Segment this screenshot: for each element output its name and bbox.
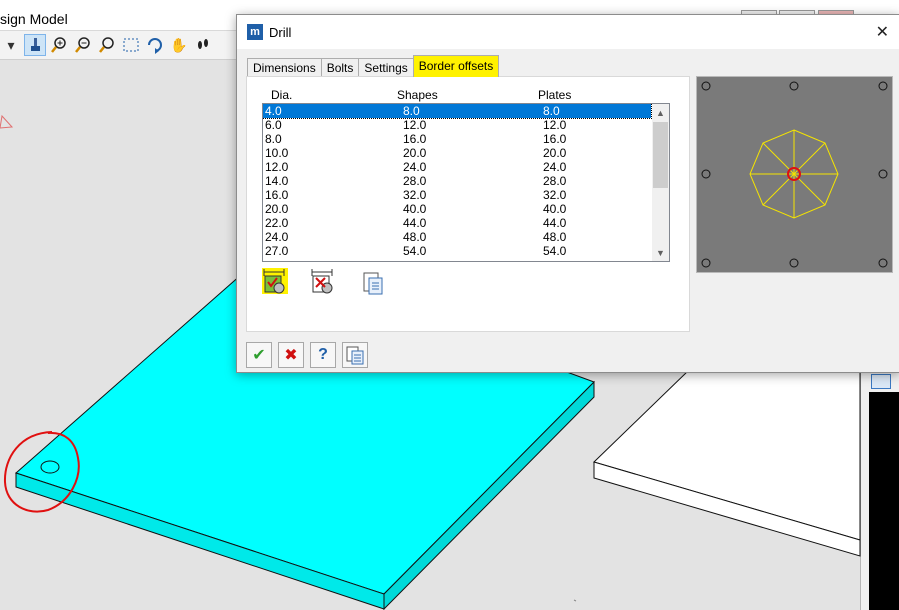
cell-dia: 27.0 bbox=[265, 244, 289, 258]
cell-plates: 8.0 bbox=[543, 104, 560, 118]
axis-marker bbox=[0, 114, 14, 129]
cell-shapes: 20.0 bbox=[403, 146, 427, 160]
cell-plates: 24.0 bbox=[543, 160, 567, 174]
border-offset-remove-icon bbox=[311, 269, 333, 294]
dialog-title: Drill bbox=[269, 25, 292, 40]
cell-shapes: 48.0 bbox=[403, 230, 427, 244]
bolt-hole-marker bbox=[701, 169, 711, 179]
cell-shapes: 12.0 bbox=[403, 118, 427, 132]
ok-button[interactable]: ✔ bbox=[246, 342, 272, 368]
cell-dia: 14.0 bbox=[265, 174, 289, 188]
cell-dia: 22.0 bbox=[265, 216, 289, 230]
border-offset-shape-button[interactable] bbox=[262, 268, 288, 294]
octagon-shape bbox=[749, 129, 839, 219]
scene-dot bbox=[573, 599, 577, 602]
copy-document-icon bbox=[363, 272, 383, 295]
table-row[interactable]: 4.0 8.0 8.0 bbox=[263, 104, 652, 119]
list-scrollbar[interactable]: ▲ ▼ bbox=[652, 104, 669, 261]
cell-plates: 28.0 bbox=[543, 174, 567, 188]
border-offset-shape-icon bbox=[263, 269, 285, 294]
cell-plates: 20.0 bbox=[543, 146, 567, 160]
drill-preview-graphic bbox=[701, 81, 888, 268]
help-button[interactable]: ? bbox=[310, 342, 336, 368]
cell-dia: 10.0 bbox=[265, 146, 289, 160]
cell-plates: 44.0 bbox=[543, 216, 567, 230]
offsets-rows: 4.0 8.0 8.0 6.0 12.0 12.0 8.0 16.0 16.0 … bbox=[263, 104, 652, 258]
bolt-hole-marker bbox=[701, 81, 711, 91]
border-offset-remove-button[interactable] bbox=[310, 268, 336, 294]
table-row[interactable]: 14.0 28.0 28.0 bbox=[263, 174, 651, 188]
bolt-hole-marker bbox=[878, 258, 888, 268]
table-row[interactable]: 24.0 48.0 48.0 bbox=[263, 230, 651, 244]
ok-check-icon: ✔ bbox=[252, 347, 266, 364]
tab-dimensions[interactable]: Dimensions bbox=[247, 58, 322, 77]
cell-plates: 48.0 bbox=[543, 230, 567, 244]
cell-dia: 4.0 bbox=[265, 104, 282, 118]
cell-shapes: 40.0 bbox=[403, 202, 427, 216]
cancel-x-icon: ✖ bbox=[284, 347, 298, 364]
cell-dia: 16.0 bbox=[265, 188, 289, 202]
copy-settings-button[interactable] bbox=[342, 342, 368, 368]
cell-shapes: 24.0 bbox=[403, 160, 427, 174]
tab-border-offsets[interactable]: Border offsets bbox=[412, 55, 500, 77]
table-row[interactable]: 16.0 32.0 32.0 bbox=[263, 188, 651, 202]
bolt-hole-marker bbox=[789, 81, 799, 91]
table-row[interactable]: 12.0 24.0 24.0 bbox=[263, 160, 651, 174]
cancel-button[interactable]: ✖ bbox=[278, 342, 304, 368]
close-icon[interactable]: ✕ bbox=[876, 22, 889, 42]
copy-document-button[interactable] bbox=[360, 270, 386, 296]
column-header-dia: Dia. bbox=[271, 88, 293, 102]
column-header-plates: Plates bbox=[538, 88, 572, 102]
tab-strip: Dimensions Bolts Settings Border offsets bbox=[247, 55, 500, 77]
cell-plates: 32.0 bbox=[543, 188, 567, 202]
cell-plates: 40.0 bbox=[543, 202, 567, 216]
tab-settings[interactable]: Settings bbox=[358, 58, 414, 77]
help-question-icon: ? bbox=[318, 346, 328, 363]
column-header-shapes: Shapes bbox=[397, 88, 438, 102]
scroll-up-icon[interactable]: ▲ bbox=[652, 104, 669, 121]
app-logo-icon: m bbox=[247, 24, 263, 40]
cell-dia: 6.0 bbox=[265, 118, 282, 132]
cell-shapes: 44.0 bbox=[403, 216, 427, 230]
offsets-list[interactable]: 4.0 8.0 8.0 6.0 12.0 12.0 8.0 16.0 16.0 … bbox=[262, 103, 670, 262]
cell-dia: 12.0 bbox=[265, 160, 289, 174]
cell-dia: 20.0 bbox=[265, 202, 289, 216]
table-row[interactable]: 22.0 44.0 44.0 bbox=[263, 216, 651, 230]
bolt-hole-marker bbox=[878, 81, 888, 91]
drill-preview bbox=[696, 76, 893, 273]
copy-document-icon bbox=[346, 346, 364, 365]
cell-dia: 8.0 bbox=[265, 132, 282, 146]
border-offsets-panel: Dia. Shapes Plates 4.0 8.0 8.0 6.0 12.0 … bbox=[246, 76, 690, 332]
cell-dia: 24.0 bbox=[265, 230, 289, 244]
table-row[interactable]: 10.0 20.0 20.0 bbox=[263, 146, 651, 160]
table-row[interactable]: 27.0 54.0 54.0 bbox=[263, 244, 651, 258]
table-row[interactable]: 6.0 12.0 12.0 bbox=[263, 118, 651, 132]
cell-shapes: 32.0 bbox=[403, 188, 427, 202]
drill-dialog: m Drill ✕ Dimensions Bolts Settings Bord… bbox=[236, 14, 899, 373]
table-row[interactable]: 20.0 40.0 40.0 bbox=[263, 202, 651, 216]
bolt-hole-marker bbox=[701, 258, 711, 268]
dialog-titlebar: m Drill ✕ bbox=[237, 15, 899, 49]
cell-shapes: 8.0 bbox=[403, 104, 420, 118]
cell-shapes: 54.0 bbox=[403, 244, 427, 258]
bolt-hole-marker bbox=[789, 258, 799, 268]
cell-shapes: 16.0 bbox=[403, 132, 427, 146]
table-row[interactable]: 8.0 16.0 16.0 bbox=[263, 132, 651, 146]
scroll-down-icon[interactable]: ▼ bbox=[652, 244, 669, 261]
cell-shapes: 28.0 bbox=[403, 174, 427, 188]
bolt-hole-marker bbox=[878, 169, 888, 179]
cell-plates: 16.0 bbox=[543, 132, 567, 146]
cell-plates: 12.0 bbox=[543, 118, 567, 132]
cell-plates: 54.0 bbox=[543, 244, 567, 258]
scroll-thumb[interactable] bbox=[653, 122, 668, 188]
tab-bolts[interactable]: Bolts bbox=[320, 58, 360, 77]
